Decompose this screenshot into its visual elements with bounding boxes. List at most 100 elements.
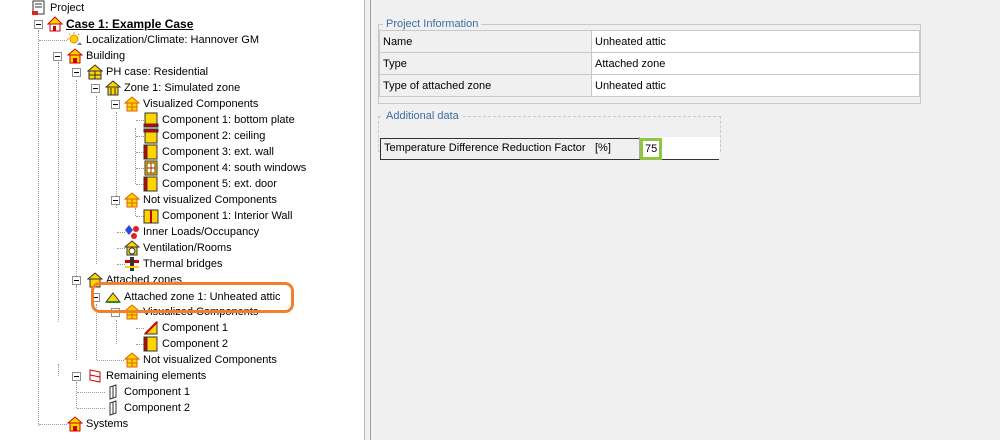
roof-component-icon bbox=[143, 320, 159, 336]
tree-item-att-component1[interactable]: Component 1 bbox=[143, 320, 228, 336]
tree-label: Ventilation/Rooms bbox=[143, 242, 232, 254]
collapse-toggle[interactable] bbox=[72, 372, 81, 381]
collapse-toggle[interactable] bbox=[111, 196, 120, 205]
door-icon bbox=[143, 176, 159, 192]
tree-item-remaining[interactable]: Remaining elements bbox=[87, 368, 206, 384]
zone-icon bbox=[104, 80, 122, 96]
collapse-toggle[interactable] bbox=[111, 100, 120, 109]
tree-item-inner-loads[interactable]: Inner Loads/Occupancy bbox=[124, 224, 259, 240]
tree-label: Case 1: Example Case bbox=[66, 17, 194, 31]
tree-label: Component 3: ext. wall bbox=[162, 146, 274, 158]
property-value[interactable]: Unheated attic bbox=[591, 74, 920, 97]
tree-label: Systems bbox=[86, 418, 129, 430]
property-key: Type bbox=[379, 52, 592, 75]
tree-item-case[interactable]: Case 1: Example Case bbox=[46, 16, 194, 32]
collapse-toggle[interactable] bbox=[53, 52, 62, 61]
tree-label: Inner Loads/Occupancy bbox=[143, 226, 260, 238]
properties-panel: Project Information Name Unheated attic … bbox=[371, 0, 1000, 440]
collapse-toggle[interactable] bbox=[72, 276, 81, 285]
property-value[interactable]: Unheated attic bbox=[591, 30, 920, 53]
tree-label: Thermal bridges bbox=[143, 258, 223, 270]
group-legend: Additional data bbox=[386, 110, 459, 122]
reduction-factor-unit: [%] bbox=[595, 142, 611, 154]
tree-item-project[interactable]: Project bbox=[31, 0, 84, 16]
components-house-icon bbox=[123, 96, 141, 112]
ext-wall-icon bbox=[143, 144, 159, 160]
inner-loads-icon bbox=[124, 224, 140, 240]
tree-label: Remaining elements bbox=[106, 370, 207, 382]
interior-wall-icon bbox=[143, 208, 159, 224]
property-value[interactable]: Attached zone bbox=[591, 52, 920, 75]
reduction-factor-value: 75 bbox=[640, 138, 663, 160]
tree-label: Component 1 bbox=[162, 322, 229, 334]
tree-item-rem-component1[interactable]: Component 1 bbox=[105, 384, 190, 400]
property-key: Name bbox=[379, 30, 592, 53]
tree-label: Component 1: Interior Wall bbox=[162, 210, 293, 222]
tree-label: PH case: Residential bbox=[106, 66, 209, 78]
components-house-icon bbox=[123, 352, 141, 368]
tree-item-component-ext-wall[interactable]: Component 3: ext. wall bbox=[143, 144, 274, 160]
thermal-bridge-icon bbox=[124, 256, 140, 272]
tree-label: Not visualized Components bbox=[143, 194, 277, 206]
element-icon bbox=[105, 400, 121, 416]
tree-label: Component 2 bbox=[162, 338, 229, 350]
tree-item-thermal-bridges[interactable]: Thermal bridges bbox=[124, 256, 222, 272]
collapse-toggle[interactable] bbox=[91, 84, 100, 93]
sun-climate-icon bbox=[67, 32, 83, 48]
table-row: Type Attached zone bbox=[379, 52, 920, 75]
tree-label: Visualized Components bbox=[143, 98, 259, 110]
tree-label: Component 5: ext. door bbox=[162, 178, 277, 190]
tree-item-rem-component2[interactable]: Component 2 bbox=[105, 400, 190, 416]
tree-label: Localization/Climate: Hannover GM bbox=[86, 34, 260, 46]
residential-icon bbox=[86, 64, 104, 80]
building-icon bbox=[66, 48, 84, 64]
collapse-toggle[interactable] bbox=[72, 68, 81, 77]
tree-item-systems[interactable]: Systems bbox=[66, 416, 129, 432]
tree-item-climate[interactable]: Localization/Climate: Hannover GM bbox=[67, 32, 259, 48]
reduction-factor-input[interactable]: 75 bbox=[639, 137, 720, 160]
tree-item-ventilation[interactable]: Ventilation/Rooms bbox=[123, 240, 232, 256]
tree-label: Component 4: south windows bbox=[162, 162, 307, 174]
wall-component-icon bbox=[143, 336, 159, 352]
tree-item-component-bottom-plate[interactable]: Component 1: bottom plate bbox=[143, 112, 295, 128]
tree-label: Component 1 bbox=[124, 386, 191, 398]
group-legend: Project Information bbox=[386, 18, 479, 30]
tree-item-component-ext-door[interactable]: Component 5: ext. door bbox=[143, 176, 277, 192]
tree-item-zone1[interactable]: Zone 1: Simulated zone bbox=[104, 80, 241, 96]
project-information-group: Project Information Name Unheated attic … bbox=[378, 18, 921, 104]
tree-item-not-visualized[interactable]: Not visualized Components bbox=[123, 192, 277, 208]
additional-data-group: Additional data Temperature Difference R… bbox=[378, 110, 721, 160]
tree-item-component-ceiling[interactable]: Component 2: ceiling bbox=[143, 128, 265, 144]
tree-label: Zone 1: Simulated zone bbox=[124, 82, 241, 94]
ventilation-icon bbox=[123, 240, 141, 256]
tree-item-att-component2[interactable]: Component 2 bbox=[143, 336, 228, 352]
systems-icon bbox=[66, 416, 84, 432]
tree-item-att-not-visualized[interactable]: Not visualized Components bbox=[123, 352, 277, 368]
tree-label: Not visualized Components bbox=[143, 354, 277, 366]
tree-label: Component 2: ceiling bbox=[162, 130, 266, 142]
table-row: Type of attached zone Unheated attic bbox=[379, 74, 920, 97]
tree-label: Component 2 bbox=[124, 402, 191, 414]
project-icon bbox=[31, 0, 47, 16]
tree-item-component-south-windows[interactable]: Component 4: south windows bbox=[143, 160, 306, 176]
reduction-factor-label: Temperature Difference Reduction Factor bbox=[384, 142, 586, 154]
window-icon bbox=[143, 160, 159, 176]
tree-item-ph-case[interactable]: PH case: Residential bbox=[86, 64, 209, 80]
house-case-icon bbox=[46, 16, 64, 32]
remaining-elements-icon bbox=[87, 368, 103, 384]
tree-label: Building bbox=[86, 50, 126, 62]
ceiling-icon bbox=[143, 128, 159, 144]
table-row: Name Unheated attic bbox=[379, 30, 920, 53]
components-house-icon bbox=[123, 192, 141, 208]
collapse-toggle[interactable] bbox=[34, 20, 43, 29]
tree-item-visualized[interactable]: Visualized Components bbox=[123, 96, 259, 112]
tree-item-building[interactable]: Building bbox=[66, 48, 126, 64]
tree-label: Component 1: bottom plate bbox=[162, 114, 295, 126]
element-icon bbox=[105, 384, 121, 400]
tree-label: Project bbox=[50, 2, 85, 14]
selection-highlight bbox=[91, 282, 294, 313]
project-tree[interactable]: Project Case 1: Example Case Localizatio… bbox=[0, 0, 365, 440]
tree-item-component-interior-wall[interactable]: Component 1: Interior Wall bbox=[143, 208, 292, 224]
bottom-plate-icon bbox=[143, 112, 159, 128]
property-key: Type of attached zone bbox=[379, 74, 592, 97]
